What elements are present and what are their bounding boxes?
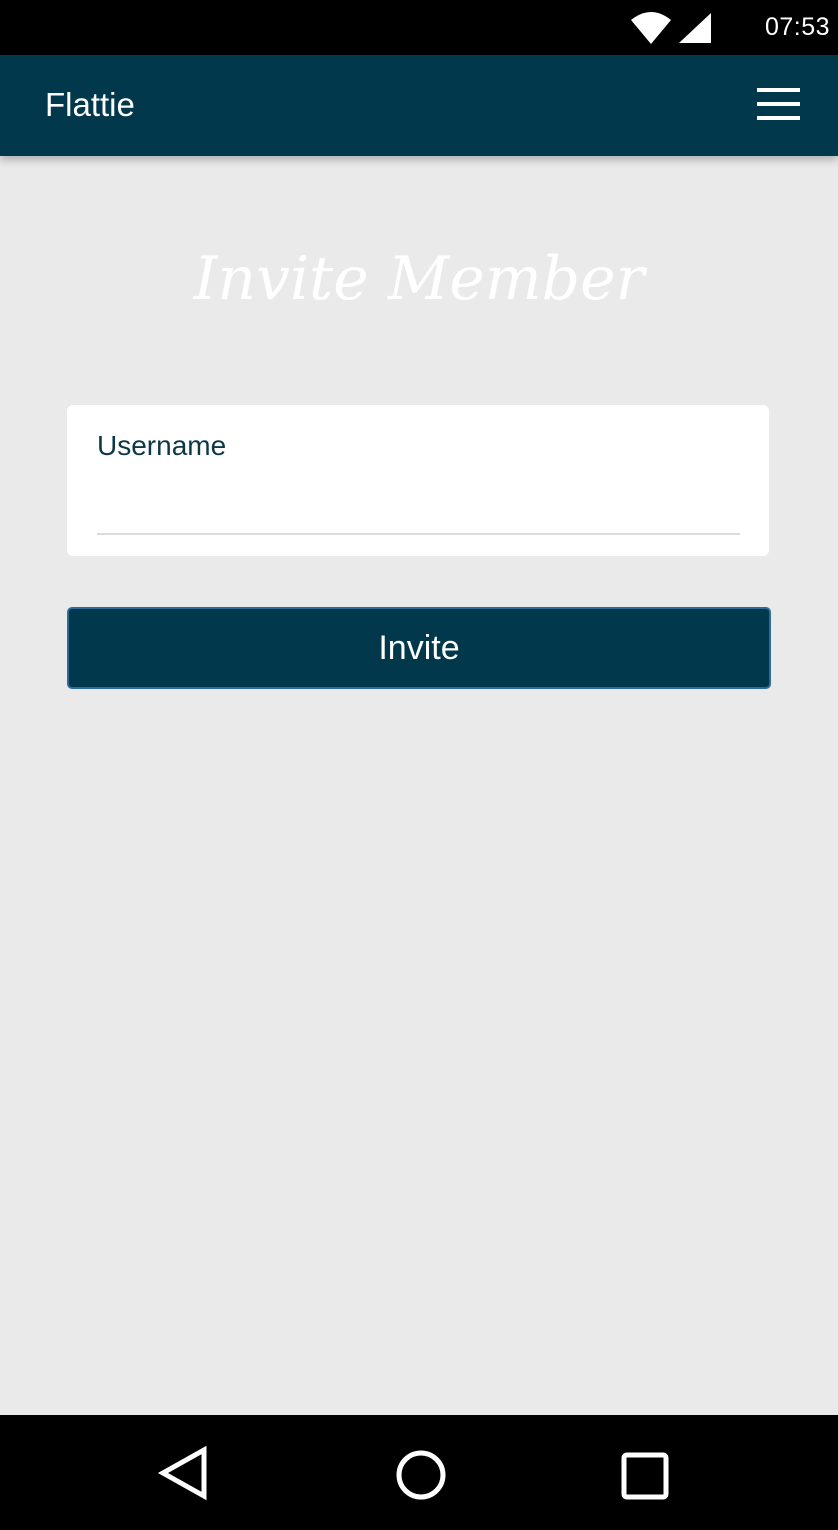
status-bar: 07:53 bbox=[0, 0, 838, 55]
invite-form-card: Username bbox=[67, 405, 769, 556]
app-bar: Flattie bbox=[0, 55, 838, 156]
main-content: Invite Member Username Invite bbox=[0, 156, 838, 1415]
recents-square-icon[interactable] bbox=[616, 1445, 672, 1501]
app-title: Flattie bbox=[45, 86, 135, 123]
system-nav-bar bbox=[0, 1415, 838, 1530]
username-input[interactable] bbox=[97, 479, 740, 535]
home-circle-icon[interactable] bbox=[393, 1445, 449, 1501]
status-clock: 07:53 bbox=[764, 13, 830, 41]
cell-signal-icon bbox=[679, 13, 711, 43]
invite-button[interactable]: Invite bbox=[67, 607, 771, 689]
page-title: Invite Member bbox=[193, 244, 645, 314]
username-label: Username bbox=[97, 430, 227, 461]
back-triangle-icon[interactable] bbox=[156, 1445, 212, 1501]
screen: 07:53 Flattie Invite Member Username Inv… bbox=[0, 0, 838, 1530]
wifi-icon bbox=[631, 12, 671, 44]
hamburger-menu-icon[interactable] bbox=[756, 85, 802, 123]
